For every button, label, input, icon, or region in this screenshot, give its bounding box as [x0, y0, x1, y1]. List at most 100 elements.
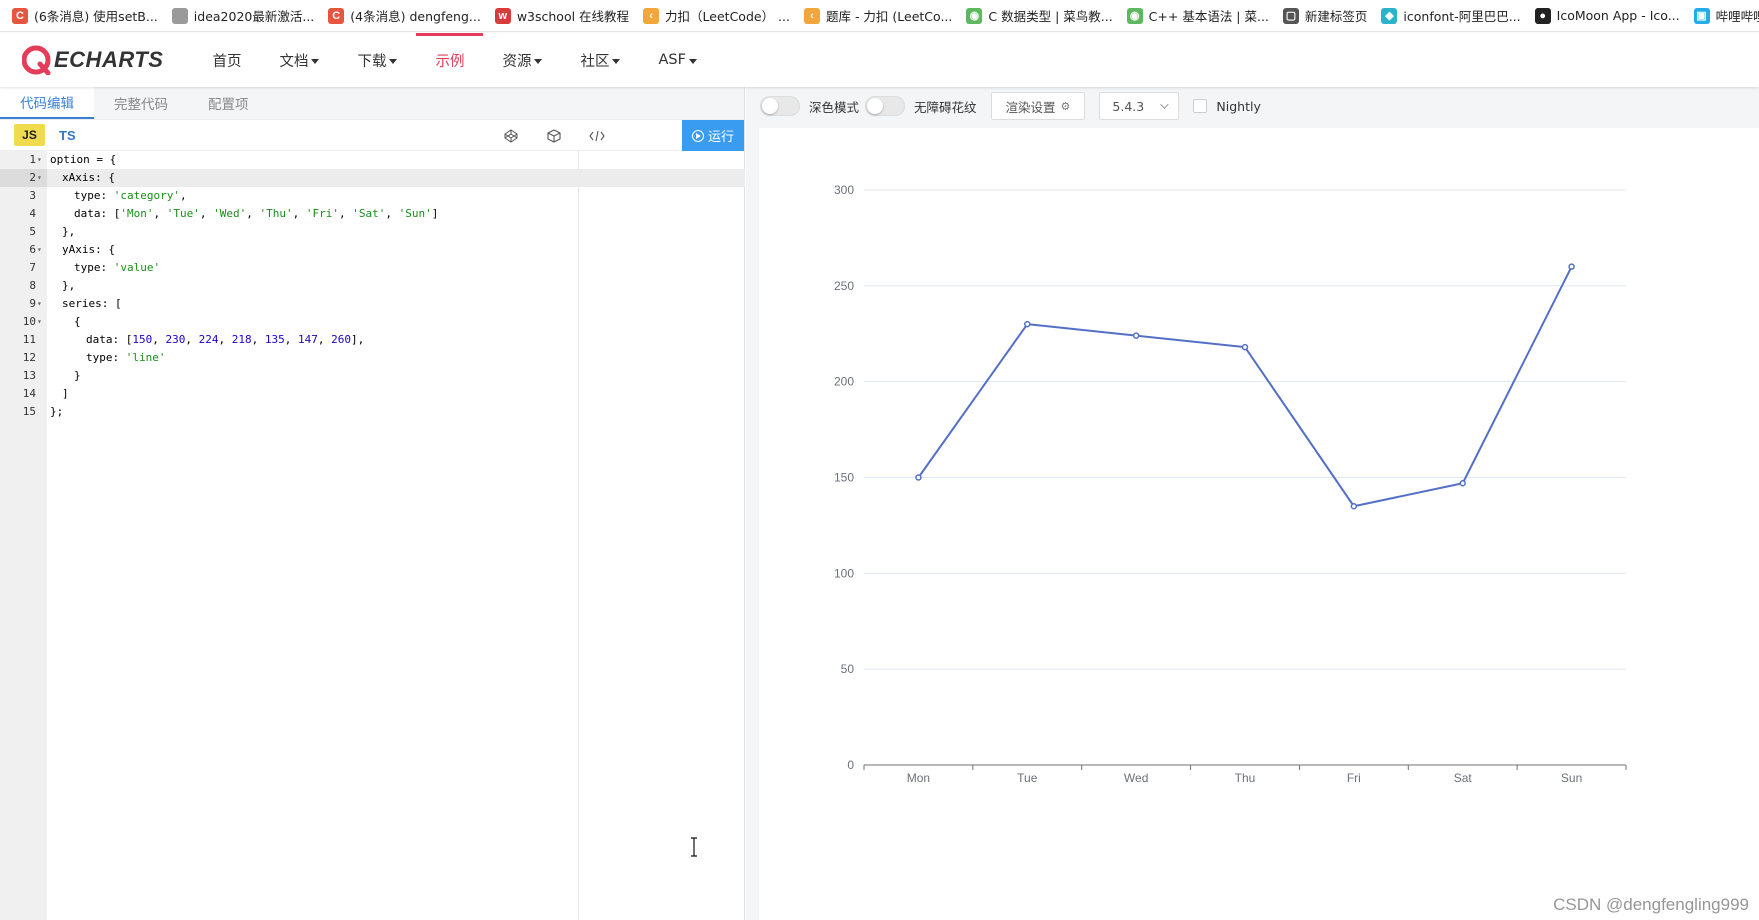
code-token: ,	[218, 333, 232, 346]
code-token: option = {	[50, 153, 117, 166]
fold-arrow-icon[interactable]: ▾	[37, 295, 42, 313]
bilibili-icon: ▣	[1693, 7, 1710, 24]
nav-item[interactable]: 社区	[561, 33, 639, 87]
code-number: 218	[231, 333, 252, 346]
x-tick-label: Fri	[1347, 771, 1361, 785]
lang-ts-button[interactable]: TS	[59, 128, 76, 143]
code-line: 14]	[0, 385, 745, 403]
code-format-icon[interactable]	[586, 125, 608, 147]
y-tick-label: 250	[834, 279, 854, 293]
bookmark-item[interactable]: w w3school 在线教程	[494, 6, 629, 25]
chart-container[interactable]: 0 50 100 150 200 250 300 Mon Tue Wed Thu Fri Sat Sun	[759, 128, 1759, 920]
leetcode-icon: ‹	[643, 7, 660, 24]
bookmark-item[interactable]: ◉ C++ 基本语法 | 菜...	[1126, 6, 1269, 25]
line-number: 11	[22, 333, 36, 346]
fold-arrow-icon[interactable]: ▾	[37, 241, 42, 259]
y-tick-label: 0	[847, 758, 854, 772]
fold-arrow-icon[interactable]: ▾	[37, 151, 42, 169]
fold-arrow-icon[interactable]: ▾	[37, 169, 42, 187]
nav-item[interactable]: 下载	[338, 33, 416, 87]
version-value: 5.4.3	[1112, 98, 1145, 114]
dark-mode-label: 深色模式	[809, 99, 860, 115]
caret-down-icon	[612, 58, 621, 64]
code-token: ,	[317, 333, 332, 346]
bookmark-item[interactable]: C (4条消息) dengfeng...	[328, 6, 481, 25]
nav-item[interactable]: ASF	[639, 33, 715, 87]
nightly-checkbox[interactable]	[1193, 99, 1208, 113]
code-text: type: 'line'	[86, 349, 166, 367]
run-button[interactable]: 运行	[682, 120, 744, 151]
editor-tab[interactable]: 代码编辑	[0, 86, 94, 119]
code-text: type: 'category',	[74, 187, 187, 205]
nav-item[interactable]: 首页	[193, 33, 260, 87]
nav-item-label: 示例	[435, 53, 465, 70]
line-number: 12	[22, 351, 36, 364]
bookmark-label: C 数据类型 | 菜鸟教...	[988, 9, 1113, 24]
code-token: },	[62, 279, 76, 292]
code-token: ,	[153, 207, 167, 220]
code-token: type:	[74, 261, 114, 274]
bookmark-item[interactable]: ◉ C 数据类型 | 菜鸟教...	[966, 6, 1113, 25]
bookmark-item[interactable]: ‹ 题库 - 力扣 (LeetCo...	[803, 6, 952, 25]
bookmark-item[interactable]: C (6条消息) 使用setB...	[12, 6, 158, 25]
bookmark-item[interactable]: ‹ 力扣（LeetCode） ...	[643, 6, 790, 25]
code-editor[interactable]: 1 ▾ option = {2 ▾ xAxis: {3 type: 'category',…	[0, 151, 745, 920]
nav-item-label: 社区	[580, 53, 610, 70]
bookmark-label: (4条消息) dengfeng...	[350, 9, 481, 24]
data-point	[1459, 480, 1466, 487]
code-text: data: ['Mon', 'Tue', 'Wed', 'Thu', 'Fri'…	[74, 205, 438, 223]
render-settings-button[interactable]: 渲染设置 ⚙	[990, 92, 1086, 120]
code-token: yAxis: {	[62, 243, 115, 256]
nav-item[interactable]: 示例	[416, 33, 484, 87]
bookmark-item[interactable]: ◆ iconfont-阿里巴巴...	[1381, 6, 1521, 25]
x-tick-label: Tue	[1017, 771, 1038, 785]
bookmark-label: 新建标签页	[1304, 9, 1368, 24]
editor-tab[interactable]: 配置项	[188, 86, 269, 119]
editor-toolbar: JS TS 运行	[0, 120, 744, 151]
top-navbar: ECHARTS 首页 文档 下载 示例 资源 社区 ASF	[0, 33, 1759, 87]
line-number: 9	[29, 297, 36, 310]
bookmarks-bar: C (6条消息) 使用setB... idea2020最新激活... C (4条消息) …	[0, 0, 1759, 32]
iconfont-icon: ◆	[1381, 7, 1398, 24]
code-number: 260	[331, 333, 351, 346]
codesandbox-icon[interactable]	[543, 125, 565, 147]
caret-down-icon	[389, 58, 398, 64]
version-select[interactable]: 5.4.3	[1099, 92, 1180, 120]
code-string: 'category'	[113, 189, 180, 202]
decal-toggle[interactable]	[865, 96, 906, 116]
code-token: data: [	[74, 207, 121, 220]
bookmark-item[interactable]: ● IcoMoon App - Ico...	[1534, 7, 1680, 24]
code-line: 6 ▾ yAxis: {	[0, 241, 745, 259]
editor-tool-icons	[479, 120, 608, 151]
bookmark-item[interactable]: ▣ 哔哩哔哩 ( ゜- ゜)つ...	[1693, 6, 1759, 25]
code-line: 1 ▾ option = {	[0, 151, 745, 169]
bookmark-item[interactable]: idea2020最新激活...	[171, 6, 314, 25]
nav-item-label: 文档	[279, 53, 309, 70]
caret-down-icon	[688, 58, 697, 64]
runoob-icon: ◉	[966, 7, 983, 24]
preview-toolbar: 深色模式 无障碍花纹 渲染设置 ⚙ 5.4.3 Nightly	[746, 87, 1759, 125]
dark-mode-toggle[interactable]	[760, 96, 800, 116]
fold-arrow-icon[interactable]: ▾	[37, 313, 42, 331]
echarts-logo[interactable]: ECHARTS	[22, 45, 163, 75]
line-chart[interactable]: 0 50 100 150 200 250 300 Mon Tue Wed Thu Fri Sat Sun	[759, 128, 1759, 920]
code-token: ,	[199, 207, 214, 220]
code-token: },	[62, 225, 76, 238]
code-token: type:	[74, 189, 114, 202]
bookmark-item[interactable]: ▢ 新建标签页	[1282, 6, 1368, 25]
code-string: 'Fri'	[305, 207, 339, 220]
y-tick-label: 200	[834, 375, 854, 389]
code-token: ,	[152, 333, 166, 346]
code-text: type: 'value'	[74, 259, 160, 277]
nav-item[interactable]: 资源	[483, 33, 561, 87]
nav-item[interactable]: 文档	[260, 33, 338, 87]
code-string: 'Sun'	[398, 207, 432, 220]
code-line: 4 data: ['Mon', 'Tue', 'Wed', 'Thu', 'Fri…	[0, 205, 745, 223]
code-line: 7 type: 'value'	[0, 259, 745, 277]
editor-tab[interactable]: 完整代码	[94, 86, 188, 119]
line-number: 6	[29, 243, 36, 256]
code-token: ,	[385, 207, 399, 220]
code-line: 15};	[0, 403, 745, 421]
codepen-icon[interactable]	[500, 125, 522, 147]
lang-js-button[interactable]: JS	[14, 124, 45, 146]
